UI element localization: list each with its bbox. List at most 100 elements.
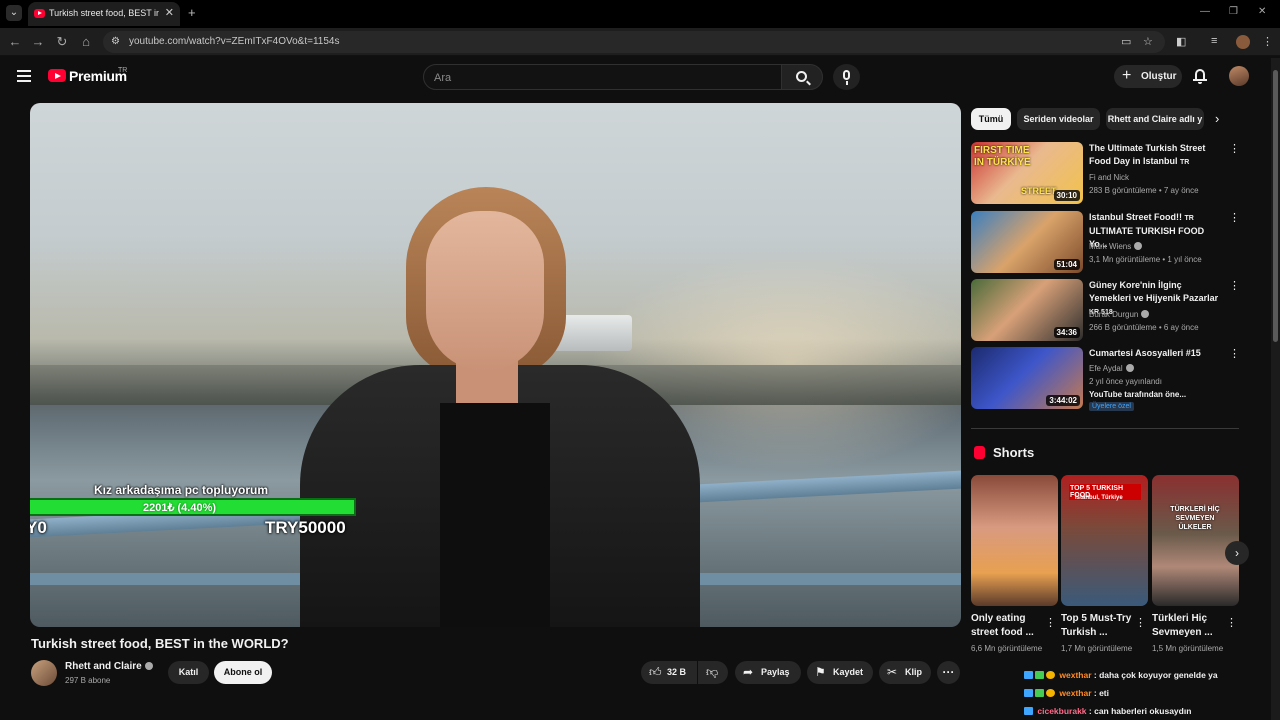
chip-series[interactable]: Seriden videolar [1017,108,1100,130]
reload-icon[interactable]: ↻ [54,34,70,50]
recommendation-thumbnail[interactable]: FIRST TIME IN TÜRKİYE STREET 30:10 [971,142,1083,204]
search-box[interactable] [423,64,782,90]
kebab-menu-icon[interactable]: ⋮ [1229,279,1240,292]
video-player[interactable]: Kız arkadaşıma pc topluyorum 2201₺ (4.40… [30,103,961,627]
browser-profile-avatar[interactable] [1236,35,1250,49]
tab-search-button[interactable]: ⌄ [6,5,22,21]
clip-button[interactable]: ✂ Klip [879,661,931,684]
chip-all[interactable]: Tümü [971,108,1011,130]
kebab-menu-icon[interactable]: ⋮ [1229,211,1240,224]
short-item[interactable]: Only eating street food ... 6,6 Mn görün… [971,475,1058,655]
recommendation-channel[interactable]: Efe Aydal [1089,362,1134,375]
recommendation-item[interactable]: 34:36 Güney Kore'nin İlginç Yemekleri ve… [971,279,1240,341]
join-button[interactable]: Katıl [168,661,209,684]
recommendation-thumbnail[interactable]: 3:44:02 [971,347,1083,409]
tab-title: Turkish street food, BEST in the WORLD? [49,8,159,18]
channel-avatar[interactable] [31,660,57,686]
search-button[interactable] [781,64,823,90]
search-input[interactable] [434,70,764,85]
recommendation-item[interactable]: 51:04 Istanbul Street Food!! TR ULTIMATE… [971,211,1240,273]
recommendation-title-text[interactable]: Güney Kore'nin İlginç Yemekleri ve Hijye… [1089,280,1218,303]
short-title[interactable]: Top 5 Must-Try Turkish ... [1061,612,1133,640]
short-title[interactable]: Türkleri Hiç Sevmeyen ... [1152,612,1224,640]
extensions-icon[interactable]: ◧ [1176,35,1186,48]
window-close-icon[interactable]: ✕ [1258,6,1266,17]
forward-arrow-icon[interactable]: → [30,34,46,49]
voice-search-button[interactable] [833,64,860,90]
share-button[interactable]: ➦ Paylaş [735,661,801,684]
dislike-button[interactable]: 👎︎ [698,661,728,684]
browser-tab[interactable]: Turkish street food, BEST in the WORLD? … [28,2,180,26]
share-label: Paylaş [761,667,790,677]
recommendation-item[interactable]: FIRST TIME IN TÜRKİYE STREET 30:10 The U… [971,142,1240,204]
recommendation-thumbnail[interactable]: 51:04 [971,211,1083,273]
recommendation-title[interactable]: The Ultimate Turkish Street Food Day in … [1089,142,1223,169]
shorts-next-button[interactable]: › [1225,541,1249,565]
cast-icon[interactable]: ▭ [1121,35,1131,48]
thumbnail-text: TÜRKLERİ HİÇ SEVMEYEN ÜLKELER [1170,506,1220,531]
donation-goal-max: TRY50000 [265,518,346,537]
chat-badge-icon [1046,671,1055,679]
kebab-menu-icon[interactable]: ⋮ [1045,616,1056,629]
new-tab-button[interactable]: + [188,5,196,20]
home-icon[interactable]: ⌂ [78,34,94,49]
kebab-menu-icon[interactable]: ⋮ [1229,347,1240,360]
back-arrow-icon[interactable]: ← [7,34,23,49]
chat-badge-icon [1024,671,1033,679]
url-text[interactable]: youtube.com/watch?v=ZEmITxF4OVo&t=1154s [129,36,339,47]
chip-channel[interactable]: Rhett and Claire adlı y [1106,108,1204,130]
recommendation-title-text[interactable]: Istanbul Street Food!! [1089,212,1182,222]
short-title[interactable]: Only eating street food ... [971,612,1043,640]
channel-name[interactable]: Rhett and Claire [65,661,153,672]
page-scrollbar[interactable] [1271,58,1280,720]
microphone-icon [843,70,850,80]
short-thumbnail[interactable] [971,475,1058,606]
channel-name-text[interactable]: Burak Durgun [1089,310,1138,319]
short-thumbnail[interactable]: TOP 5 TURKISH FOOD İstanbul, Türkiye [1061,475,1148,606]
short-item[interactable]: TOP 5 TURKISH FOOD İstanbul, Türkiye Top… [1061,475,1148,655]
media-controls-icon[interactable]: ≡ [1211,35,1217,47]
recommendation-channel[interactable]: Burak Durgun [1089,308,1150,321]
short-item[interactable]: TÜRKLERİ HİÇ SEVMEYEN ÜLKELER Türkleri H… [1152,475,1239,655]
like-button[interactable]: 👍︎ 32 B [641,661,697,684]
more-actions-button[interactable]: ··· [937,661,960,684]
recommendation-item[interactable]: 3:44:02 Cumartesi Asosyalleri #15 Efe Ay… [971,347,1240,417]
kebab-menu-icon[interactable]: ⋮ [1229,142,1240,155]
browser-menu-icon[interactable]: ⋮ [1262,35,1273,48]
bookmark-star-icon[interactable]: ☆ [1143,35,1153,48]
save-button[interactable]: ⚑ Kaydet [807,661,873,684]
search-icon [796,71,807,82]
kebab-menu-icon[interactable]: ⋮ [1226,616,1237,629]
youtube-logo-icon[interactable] [48,69,66,82]
kebab-menu-icon[interactable]: ⋮ [1135,616,1146,629]
thumbnail-text: FIRST TIME IN TÜRKİYE [974,145,1031,168]
subscribe-button[interactable]: Abone ol [214,661,272,684]
minimize-icon[interactable]: — [1200,6,1210,17]
address-bar[interactable]: ⚙ youtube.com/watch?v=ZEmITxF4OVo&t=1154… [103,31,1165,53]
short-thumbnail[interactable]: TÜRKLERİ HİÇ SEVMEYEN ÜLKELER [1152,475,1239,606]
recommendation-channel[interactable]: Fi and Nick [1089,171,1129,184]
save-label: Kaydet [833,667,864,677]
bookmark-icon: ⚑ [815,665,826,679]
recommendation-title[interactable]: Cumartesi Asosyalleri #15 [1089,347,1223,360]
channel-name-text[interactable]: Rhett and Claire [65,661,142,672]
create-label: Oluştur [1141,71,1177,82]
site-info-icon[interactable]: ⚙ [111,36,120,47]
chat-message: wexthar : daha çok koyuyor genelde ya [1024,670,1218,680]
donation-goal-min: TRY0 [30,518,47,537]
recommendation-channel[interactable]: Mark Wiens [1089,240,1143,253]
notifications-bell-icon[interactable] [1193,68,1207,84]
create-button[interactable]: + Oluştur [1114,65,1182,88]
close-tab-icon[interactable]: ✕ [165,6,174,19]
channel-name-text[interactable]: Efe Aydal [1089,364,1123,373]
verified-badge-icon [144,662,153,670]
country-code: TR [118,67,128,74]
recommendation-thumbnail[interactable]: 34:36 [971,279,1083,341]
chevron-right-icon[interactable]: › [1215,111,1219,126]
account-avatar[interactable] [1229,66,1249,86]
maximize-icon[interactable]: ❐ [1229,6,1238,17]
scrollbar-thumb[interactable] [1273,70,1278,342]
thumbs-down-icon: 👎︎ [706,665,719,679]
guide-menu-icon[interactable] [17,70,31,82]
channel-name-text[interactable]: Mark Wiens [1089,242,1131,251]
